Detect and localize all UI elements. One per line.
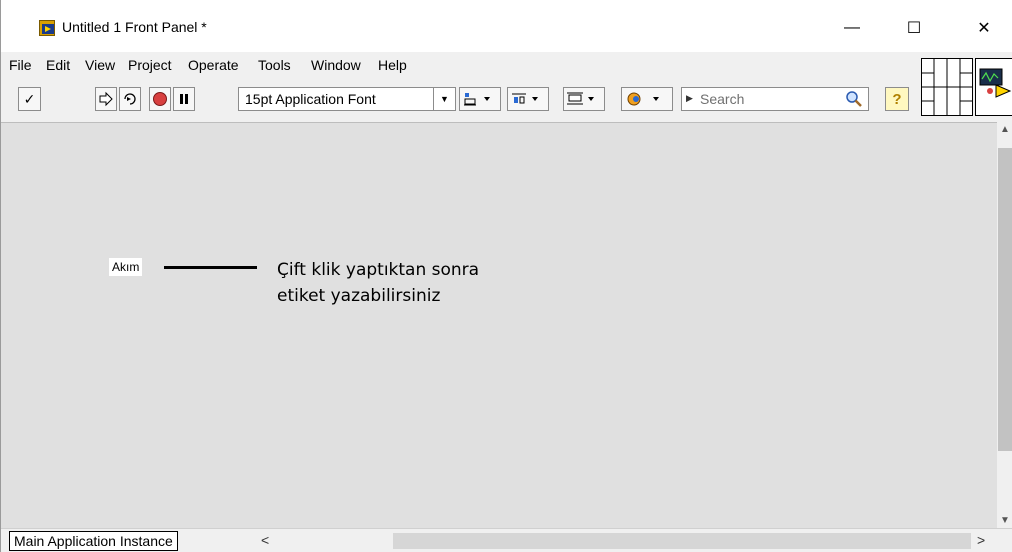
pause-button[interactable] — [173, 87, 195, 111]
application-instance[interactable]: Main Application Instance — [9, 531, 178, 551]
resize-objects-icon — [567, 92, 594, 105]
menu-help[interactable]: Help — [378, 57, 407, 73]
run-arrow-button[interactable] — [95, 87, 117, 111]
context-help-button[interactable]: ? — [885, 87, 909, 111]
search-icon[interactable] — [844, 89, 864, 112]
scroll-down-icon[interactable]: ▼ — [997, 515, 1012, 526]
search-box[interactable]: ▶ — [681, 87, 869, 111]
pause-icon — [180, 94, 188, 104]
run-arrow-icon — [99, 91, 113, 107]
minimize-button[interactable]: — — [829, 10, 875, 46]
annotation-pointer-line — [164, 266, 257, 269]
menu-operate[interactable]: Operate — [188, 57, 239, 73]
vertical-scroll-thumb[interactable] — [998, 148, 1012, 451]
toolbar: ✓ 15pt Application Font ▼ ▶ Search ? — [1, 80, 916, 122]
connector-pane-icon — [922, 59, 972, 115]
distribute-objects-icon — [512, 93, 538, 104]
close-button[interactable]: ✕ — [961, 10, 1007, 46]
vi-icon[interactable] — [975, 58, 1012, 116]
annotation-text: Çift klik yaptıktan sonra etiket yazabil… — [277, 257, 479, 309]
vi-icon-graphic — [979, 68, 1012, 98]
annotation-line-1: Çift klik yaptıktan sonra — [277, 260, 480, 280]
connector-pane[interactable] — [921, 58, 973, 116]
resize-objects-button[interactable] — [563, 87, 605, 111]
stop-icon — [153, 92, 167, 106]
annotation-line-2: etiket yazabilirsiniz — [277, 286, 441, 306]
run-continuously-button[interactable] — [119, 87, 141, 111]
window-title: Untitled 1 Front Panel * — [62, 19, 207, 35]
labview-vi-icon — [39, 20, 55, 36]
front-panel-canvas[interactable] — [1, 122, 997, 528]
vertical-scrollbar[interactable]: ▲ ▼ — [997, 122, 1012, 528]
menu-bar: File Edit View Project Operate Tools Win… — [1, 52, 916, 80]
front-panel-window: Untitled 1 Front Panel * — ☐ ✕ File Edit… — [0, 0, 1012, 552]
chevron-down-icon: ▼ — [433, 88, 455, 110]
help-icon: ? — [892, 90, 902, 108]
search-expand-icon: ▶ — [686, 93, 693, 103]
menu-window[interactable]: Window — [311, 57, 361, 73]
menu-file[interactable]: File — [9, 57, 32, 73]
menu-view[interactable]: View — [85, 57, 115, 73]
menu-tools[interactable]: Tools — [258, 57, 291, 73]
align-objects-button[interactable] — [459, 87, 501, 111]
reorder-icon — [627, 92, 659, 106]
horizontal-scroll-thumb[interactable] — [393, 533, 971, 549]
title-bar[interactable]: Untitled 1 Front Panel * — ☐ ✕ — [1, 0, 1012, 52]
font-select-value: 15pt Application Font — [245, 91, 376, 107]
menu-edit[interactable]: Edit — [46, 57, 70, 73]
run-continuously-icon — [124, 93, 136, 105]
search-input[interactable] — [700, 90, 840, 108]
check-button[interactable]: ✓ — [18, 87, 41, 111]
font-select[interactable]: 15pt Application Font ▼ — [238, 87, 456, 111]
distribute-objects-button[interactable] — [507, 87, 549, 111]
reorder-button[interactable] — [621, 87, 673, 111]
status-bar: Main Application Instance < > — [1, 528, 1012, 552]
align-objects-icon — [464, 93, 490, 106]
scroll-left-icon[interactable]: < — [261, 532, 269, 548]
menu-project[interactable]: Project — [128, 57, 172, 73]
maximize-button[interactable]: ☐ — [891, 10, 937, 46]
scroll-right-icon[interactable]: > — [977, 532, 985, 548]
scroll-up-icon[interactable]: ▲ — [997, 124, 1012, 135]
abort-button[interactable] — [149, 87, 171, 111]
control-label[interactable]: Akım — [109, 258, 143, 276]
